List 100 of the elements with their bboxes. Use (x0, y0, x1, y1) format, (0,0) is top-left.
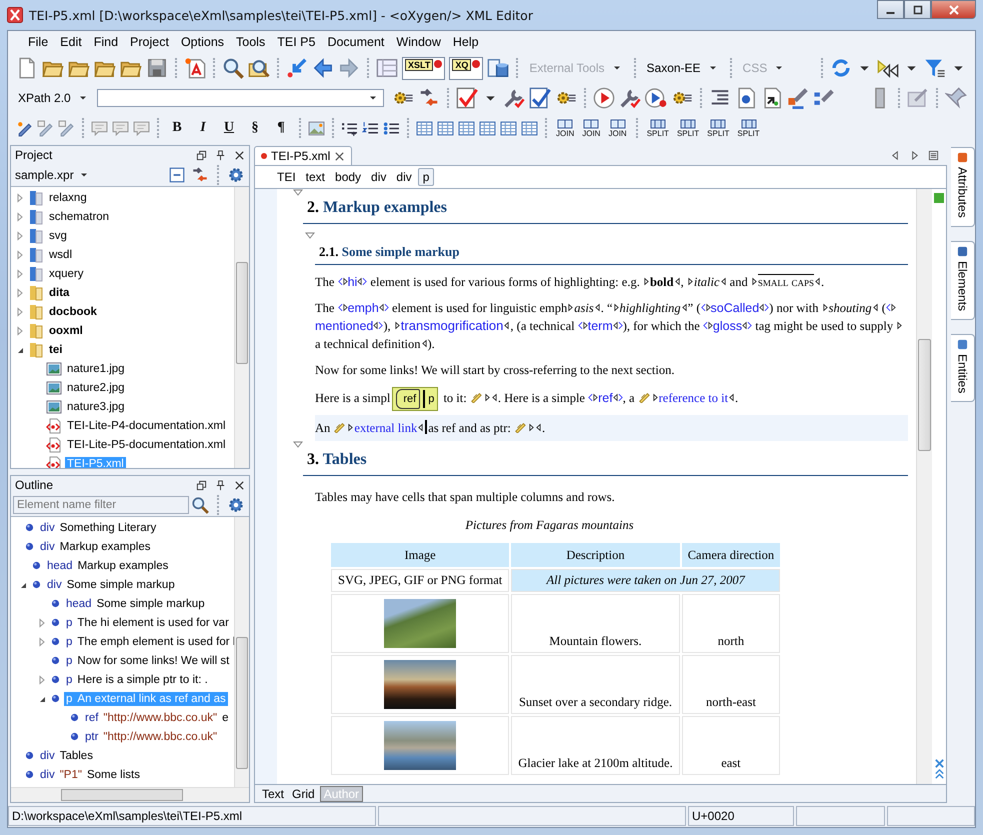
xpath-version-dropdown[interactable]: XPath 2.0 (16, 91, 93, 105)
format-button[interactable]: § (244, 120, 266, 136)
outline-node[interactable]: ref "http://www.bbc.co.uk" e (83, 710, 230, 724)
scrollbar[interactable] (234, 517, 249, 787)
menu-icon[interactable] (928, 150, 939, 160)
menu-item[interactable]: Document (321, 35, 390, 49)
outline-node[interactable]: ptr "http://www.bbc.co.uk" (83, 730, 220, 744)
menu-item[interactable]: File (22, 35, 54, 49)
expand-toggle[interactable] (15, 288, 25, 298)
outline-node[interactable]: div Tables (38, 748, 95, 762)
link-icon[interactable] (333, 421, 346, 433)
folder-search-icon[interactable] (248, 57, 270, 79)
fold-toggle[interactable] (305, 232, 315, 240)
wrench-icon[interactable] (618, 87, 641, 109)
breadcrumb-item[interactable]: body (331, 169, 366, 185)
outline-node[interactable]: p The hi element is used for var (64, 616, 231, 630)
navigation-icon[interactable] (934, 758, 944, 780)
close-icon[interactable] (234, 150, 245, 160)
comment-icon[interactable] (112, 120, 129, 136)
view-tab[interactable]: Text (259, 786, 288, 800)
breadcrumb-item[interactable]: div (367, 169, 390, 185)
tree-item[interactable]: nature2.jpg (65, 380, 127, 394)
expand-toggle[interactable] (15, 268, 25, 278)
view-tab[interactable]: Grid (289, 786, 318, 800)
bullet-list-icon[interactable] (383, 120, 400, 136)
menu-item[interactable]: Options (174, 35, 230, 49)
project-dropdown[interactable]: sample.xpr (13, 168, 92, 182)
link-icon[interactable] (638, 390, 650, 403)
outline-node[interactable]: div Something Literary (38, 520, 158, 534)
checklist-icon[interactable] (528, 87, 551, 109)
tree-item[interactable]: schematron (47, 210, 112, 224)
debug-button[interactable]: XSLT (402, 56, 446, 80)
fold-toggle[interactable] (293, 189, 303, 197)
expand-toggle[interactable] (15, 326, 25, 336)
split-cell-button[interactable]: SPLIT (674, 118, 702, 138)
pencil-icon[interactable] (37, 120, 54, 136)
tree-item[interactable]: docbook (47, 304, 99, 318)
outline-node[interactable]: head Markup examples (45, 558, 170, 572)
tree-item[interactable]: dita (47, 286, 72, 300)
filter-field[interactable]: Element name filter (13, 496, 189, 514)
tree-item[interactable]: nature1.jpg (65, 362, 127, 376)
breadcrumb-item[interactable]: TEI (273, 169, 300, 185)
table-icon[interactable] (416, 120, 433, 136)
breadcrumb-item[interactable]: p (418, 168, 434, 186)
side-tab[interactable]: Elements (951, 240, 975, 320)
breadcrumb-item[interactable]: text (302, 169, 330, 185)
outline-node[interactable]: head Some simple markup (64, 596, 207, 610)
pencil-icon[interactable] (58, 120, 75, 136)
save-icon[interactable] (146, 57, 168, 79)
editor-tab[interactable]: TEI-P5.xml (254, 146, 352, 165)
close-button[interactable] (931, 0, 976, 19)
join-cells-button[interactable]: JOIN (580, 118, 602, 138)
database-icon[interactable] (487, 57, 510, 79)
join-cells-button[interactable]: JOIN (606, 118, 629, 138)
numbered-list-icon[interactable] (362, 120, 379, 136)
debug-button[interactable]: XQ (449, 56, 484, 80)
menu-item[interactable]: Find (88, 35, 124, 49)
menu-item[interactable]: TEI P5 (271, 35, 322, 49)
menu-item[interactable]: Window (390, 35, 447, 49)
table-icon[interactable] (521, 120, 538, 136)
validate-icon[interactable] (456, 87, 478, 109)
tree-item[interactable]: xquery (47, 266, 86, 280)
scrollbar[interactable] (11, 787, 249, 802)
dropdown-button[interactable]: Saxon-EE (642, 61, 723, 75)
scrollbar[interactable] (916, 189, 932, 784)
image-icon[interactable] (308, 120, 325, 136)
table-icon[interactable] (437, 120, 454, 136)
link-icon[interactable] (470, 390, 482, 403)
settings-icon[interactable] (227, 166, 245, 184)
format-button[interactable]: ¶ (270, 120, 292, 136)
close-icon[interactable] (234, 480, 245, 490)
expand-toggle[interactable] (37, 674, 47, 684)
close-icon[interactable] (334, 150, 346, 162)
pin-icon[interactable] (215, 480, 226, 490)
comment-icon[interactable] (91, 120, 108, 136)
arrow-icon[interactable] (286, 57, 308, 79)
split-cell-button[interactable]: SPLIT (735, 118, 762, 138)
comment-icon[interactable] (133, 120, 150, 136)
link-editor-icon[interactable] (191, 166, 209, 184)
layout-icon[interactable] (376, 57, 398, 79)
link-icon[interactable] (514, 421, 526, 433)
restore-icon[interactable] (196, 480, 207, 490)
table-icon[interactable] (479, 120, 496, 136)
outline-node[interactable]: div Some simple markup (45, 578, 177, 592)
menu-item[interactable]: Edit (54, 35, 88, 49)
wrench-icon[interactable] (502, 87, 525, 109)
expand-toggle[interactable] (37, 636, 47, 646)
pin-icon[interactable] (215, 150, 226, 160)
tree-item[interactable]: nature3.jpg (65, 400, 127, 414)
menu-item[interactable]: Project (124, 35, 175, 49)
tree-item[interactable]: svg (47, 228, 69, 242)
previous-icon[interactable] (890, 150, 901, 160)
format-button[interactable]: B (166, 120, 188, 136)
expand-toggle[interactable] (15, 230, 25, 240)
tree-item[interactable]: ooxml (47, 324, 85, 338)
fold-toggle[interactable] (293, 441, 303, 449)
menu-item[interactable]: Help (446, 35, 485, 49)
filter-icon[interactable] (924, 57, 946, 79)
back-icon[interactable] (312, 57, 334, 79)
restore-icon[interactable] (196, 150, 207, 160)
